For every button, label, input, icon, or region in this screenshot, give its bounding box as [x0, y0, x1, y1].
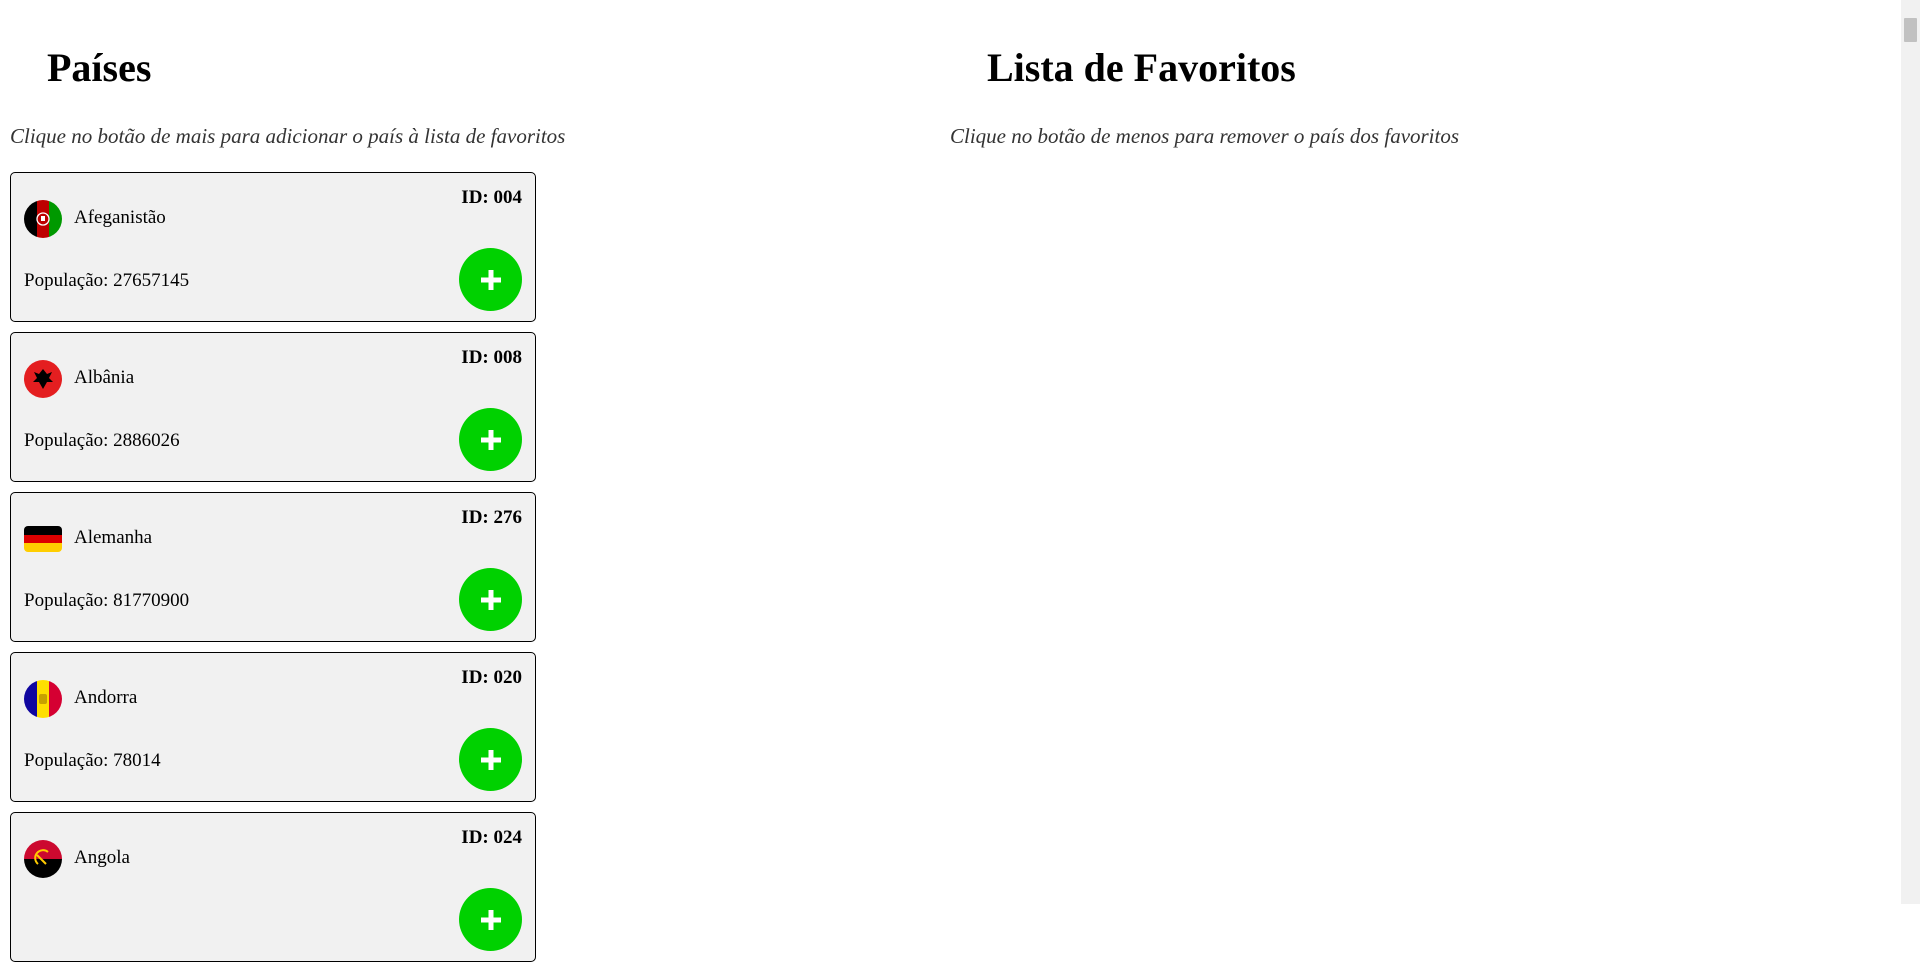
add-favorite-button[interactable] [459, 248, 522, 311]
country-population: População: 81770900 [24, 590, 190, 611]
country-card: Andorra ID: 020 População: 78014 [10, 652, 536, 802]
countries-title: Países [47, 45, 152, 90]
country-name: Andorra [74, 687, 138, 708]
country-population: População: 78014 [24, 750, 161, 771]
country-id: ID: 008 [461, 347, 522, 368]
plus-icon [480, 589, 501, 610]
germany-flag-icon [24, 526, 62, 552]
page-scrollbar[interactable] [1901, 0, 1920, 904]
plus-icon [480, 269, 501, 290]
plus-icon [480, 429, 501, 450]
afghanistan-flag-icon [24, 200, 62, 238]
country-card: Afeganistão ID: 004 População: 27657145 [10, 172, 536, 322]
add-favorite-button[interactable] [459, 408, 522, 471]
country-card: Angola ID: 024 [10, 812, 536, 962]
angola-flag-icon [24, 840, 62, 878]
country-population: População: 2886026 [24, 430, 180, 451]
countries-hint: Clique no botão de mais para adicionar o… [10, 124, 566, 148]
country-id: ID: 004 [461, 187, 522, 208]
plus-icon [480, 749, 501, 770]
favorites-hint: Clique no botão de menos para remover o … [950, 124, 1460, 148]
plus-icon [480, 909, 501, 930]
add-favorite-button[interactable] [459, 728, 522, 791]
scrollbar-thumb[interactable] [1904, 18, 1917, 42]
country-population: População: 27657145 [24, 270, 190, 291]
country-card: Albânia ID: 008 População: 2886026 [10, 332, 536, 482]
andorra-flag-icon [24, 680, 62, 718]
country-name: Alemanha [74, 527, 153, 548]
favorites-title: Lista de Favoritos [987, 45, 1296, 90]
country-name: Angola [74, 847, 130, 868]
country-id: ID: 024 [461, 827, 522, 848]
country-card: Alemanha ID: 276 População: 81770900 [10, 492, 536, 642]
country-name: Afeganistão [74, 207, 166, 228]
country-id: ID: 276 [461, 507, 522, 528]
add-favorite-button[interactable] [459, 888, 522, 951]
add-favorite-button[interactable] [459, 568, 522, 631]
country-name: Albânia [74, 367, 135, 388]
albania-flag-icon [24, 360, 62, 398]
country-id: ID: 020 [461, 667, 522, 688]
